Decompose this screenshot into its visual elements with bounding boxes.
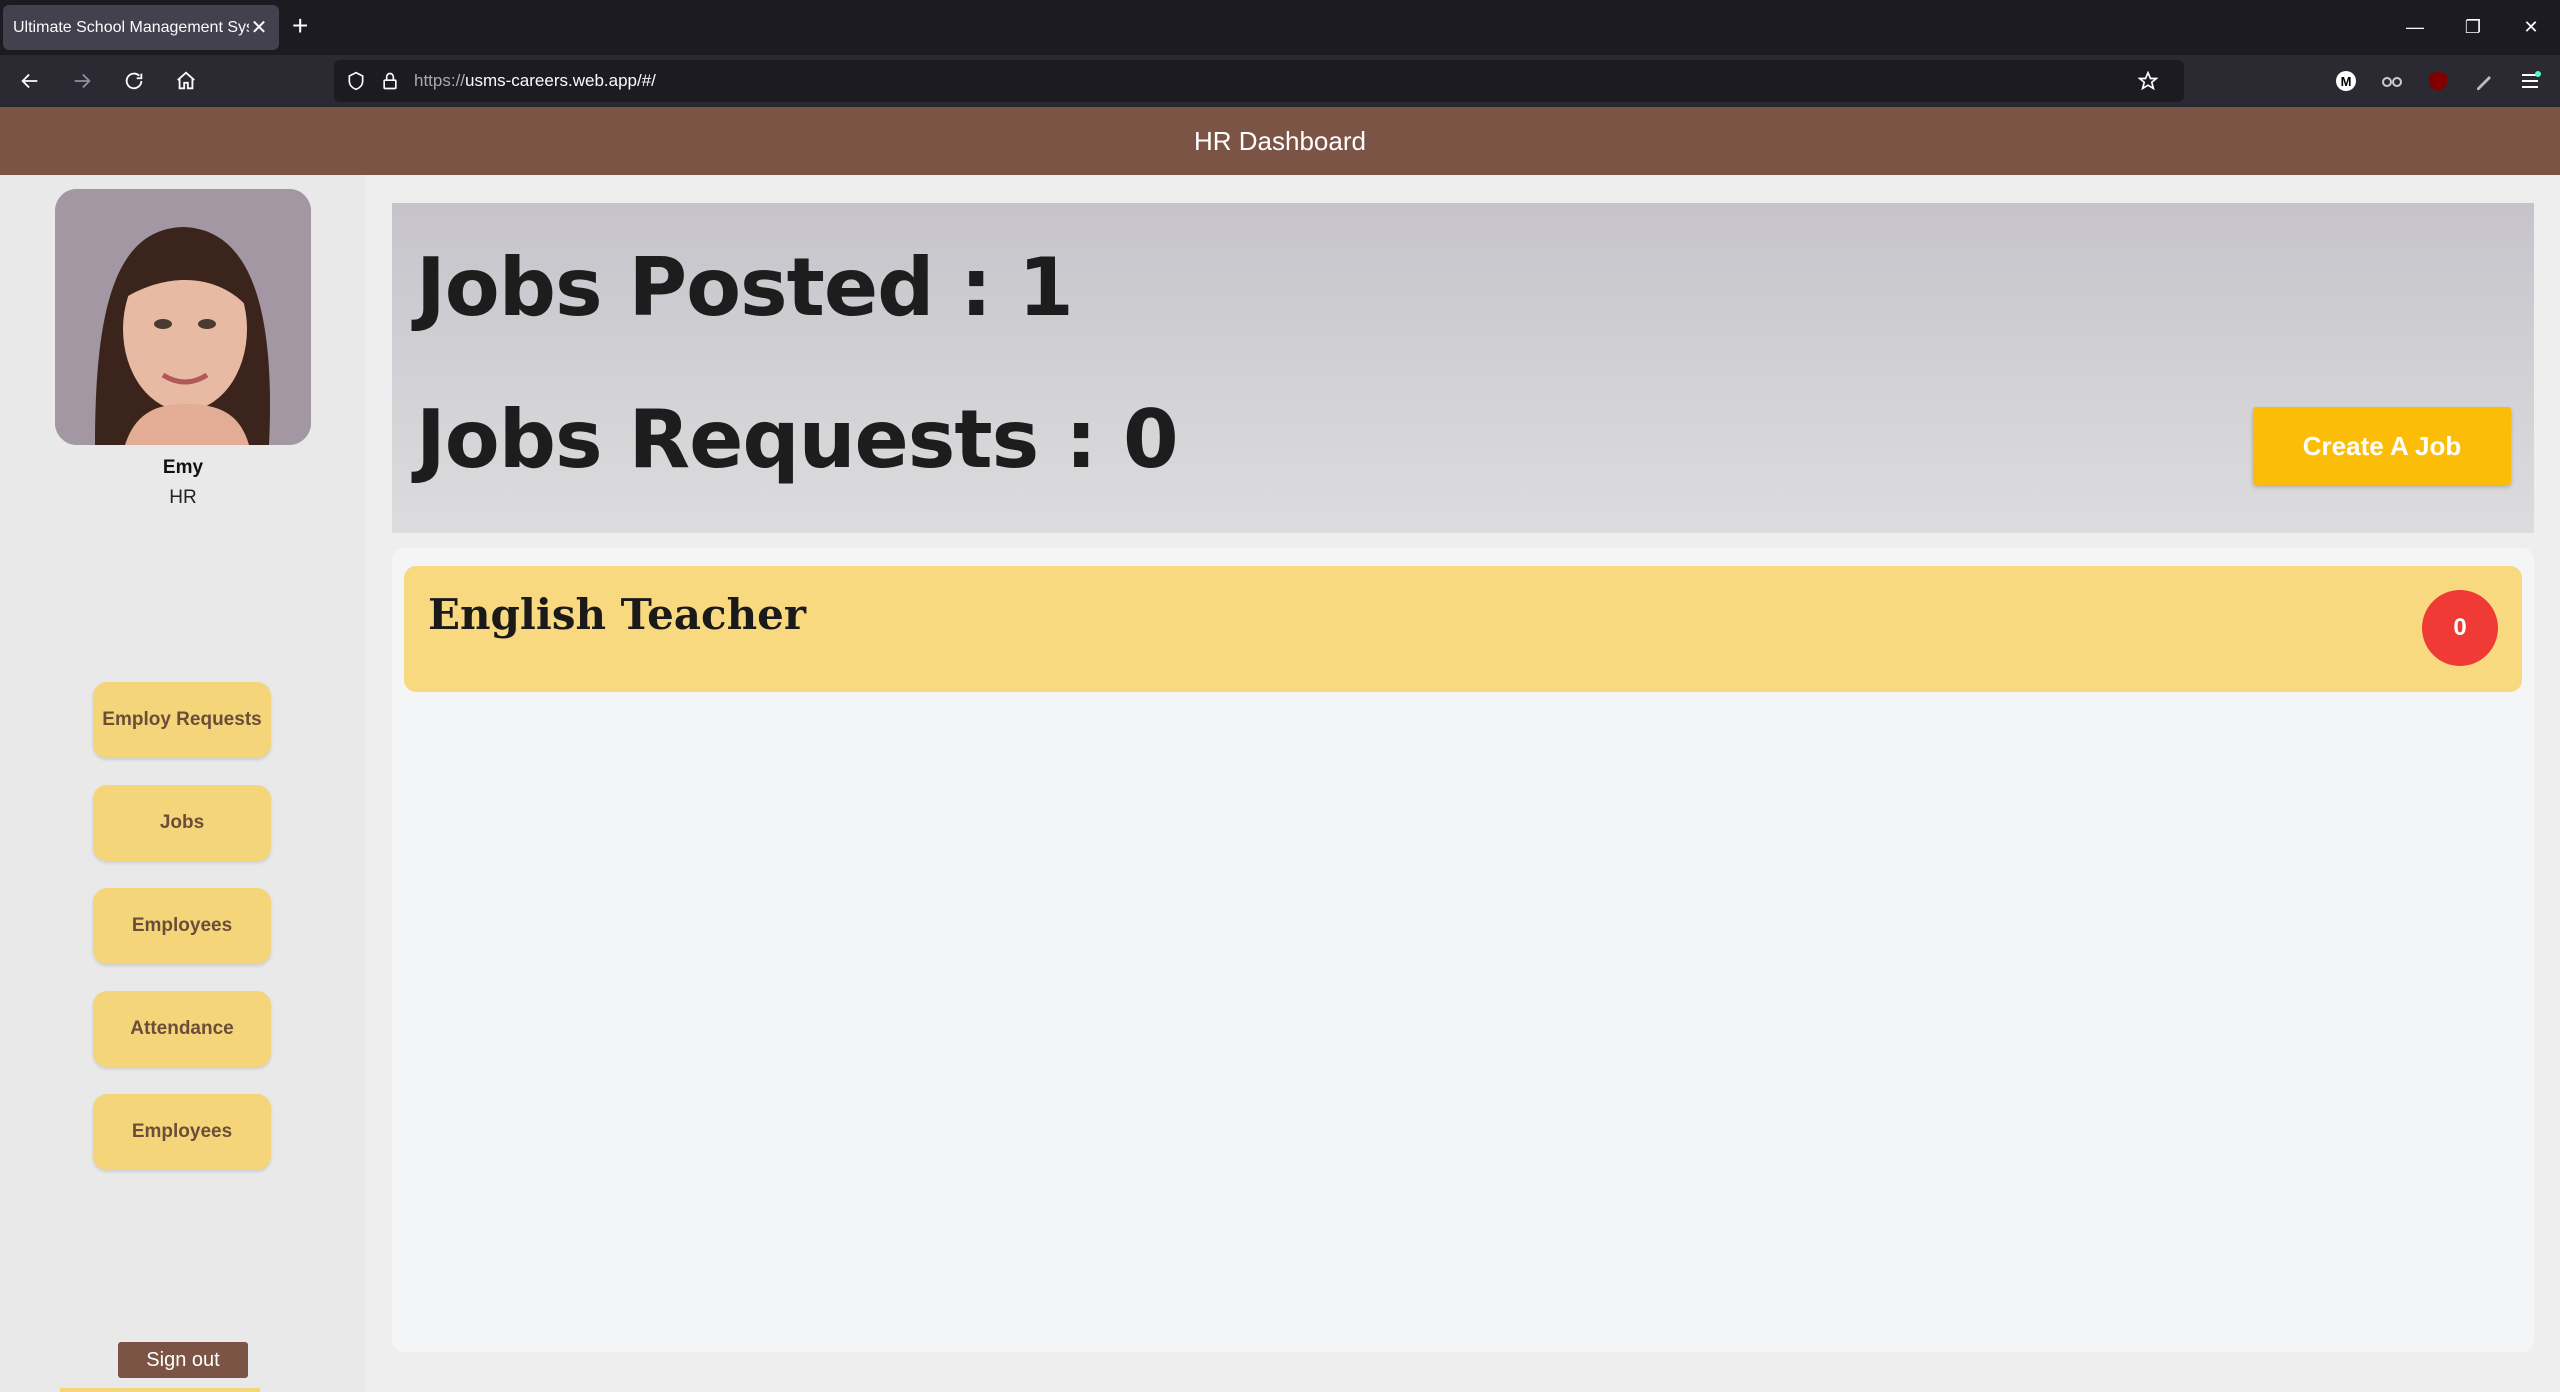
sidebar: Emy HR Employ Requests Jobs Employees At… (0, 175, 366, 1392)
bottom-accent (60, 1388, 260, 1392)
browser-tab-bar: Ultimate School Management System ✕ + — … (0, 0, 2560, 55)
url-protocol: https:// (414, 71, 466, 90)
tab-title: Ultimate School Management System (13, 18, 249, 36)
forward-icon[interactable] (60, 59, 104, 103)
job-card[interactable]: English Teacher 0 (404, 566, 2522, 692)
browser-nav-bar: https://usms-careers.web.app/#/ M (0, 55, 2560, 107)
sidebar-item-employ-requests[interactable]: Employ Requests (93, 682, 271, 758)
job-request-count-badge: 0 (2422, 590, 2498, 666)
restore-icon[interactable]: ❐ (2444, 0, 2502, 55)
extensions-area: M (2328, 63, 2548, 99)
url-bar[interactable]: https://usms-careers.web.app/#/ (334, 60, 2184, 102)
browser-tab[interactable]: Ultimate School Management System ✕ (3, 5, 279, 50)
extension-glasses-icon[interactable] (2374, 63, 2410, 99)
extension-pen-icon[interactable] (2466, 63, 2502, 99)
tab-close-icon[interactable]: ✕ (249, 15, 269, 40)
page-title: HR Dashboard (1194, 125, 1366, 156)
menu-icon[interactable] (2512, 63, 2548, 99)
lock-icon[interactable] (380, 71, 400, 91)
home-icon[interactable] (164, 59, 208, 103)
job-title: English Teacher (428, 590, 806, 639)
svg-text:M: M (2341, 74, 2352, 89)
sidebar-item-employees-2[interactable]: Employees (93, 1094, 271, 1170)
bookmark-star-icon[interactable] (2138, 71, 2158, 91)
sidebar-item-attendance[interactable]: Attendance (93, 991, 271, 1067)
back-icon[interactable] (8, 59, 52, 103)
reload-icon[interactable] (112, 59, 156, 103)
jobs-list: English Teacher 0 (392, 548, 2534, 1352)
avatar (55, 189, 311, 445)
url-text: https://usms-careers.web.app/#/ (414, 71, 2138, 91)
sidebar-item-jobs[interactable]: Jobs (93, 785, 271, 861)
app-header: HR Dashboard (0, 107, 2560, 175)
minimize-icon[interactable]: — (2386, 0, 2444, 55)
sidebar-item-employees[interactable]: Employees (93, 888, 271, 964)
new-tab-icon[interactable]: + (292, 12, 308, 40)
create-job-button[interactable]: Create A Job (2253, 407, 2511, 485)
ublock-icon[interactable] (2420, 63, 2456, 99)
user-role: HR (169, 487, 197, 508)
window-controls: — ❐ ✕ (2386, 0, 2560, 55)
jobs-posted-stat: Jobs Posted : 1 (416, 241, 1074, 334)
extension-m-icon[interactable]: M (2328, 63, 2364, 99)
url-host: usms-careers.web.app/#/ (465, 71, 656, 90)
jobs-requests-stat: Jobs Requests : 0 (416, 393, 1179, 486)
user-name: Emy (162, 457, 204, 478)
close-window-icon[interactable]: ✕ (2502, 0, 2560, 55)
shield-icon[interactable] (346, 71, 366, 91)
stats-panel: Jobs Posted : 1 Jobs Requests : 0 Create… (392, 203, 2534, 533)
sign-out-button[interactable]: Sign out (118, 1342, 248, 1378)
